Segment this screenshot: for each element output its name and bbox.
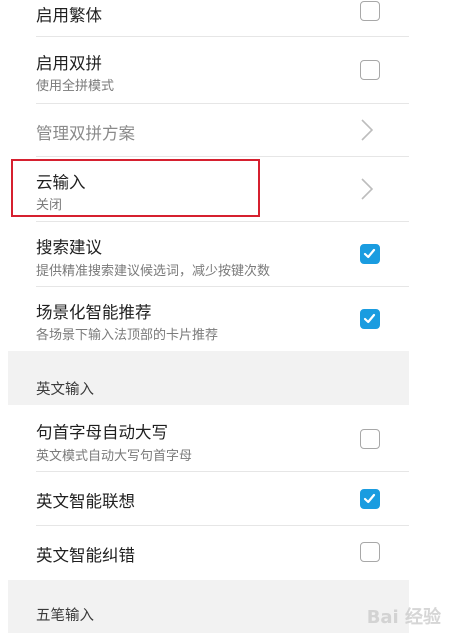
traditional-checkbox[interactable] [360, 1, 380, 21]
checkmark-icon [363, 313, 376, 324]
checkmark-icon [363, 493, 376, 504]
setting-english-assoc-title: 英文智能联想 [36, 492, 135, 511]
auto-capital-checkbox[interactable] [360, 429, 380, 449]
setting-scene-recommend-subtitle: 各场景下输入法顶部的卡片推荐 [36, 328, 219, 343]
double-pinyin-checkbox[interactable] [360, 60, 380, 80]
setting-english-correct[interactable]: 英文智能纠错 [8, 526, 409, 580]
chevron-right-icon [361, 119, 373, 141]
highlight-box [11, 159, 260, 217]
setting-manage-double-pinyin[interactable]: 管理双拼方案 [8, 104, 409, 156]
settings-panel: 启用繁体 启用双拼 使用全拼模式 管理双拼方案 云输入 关闭 搜索建议 提供精准… [8, 0, 409, 633]
setting-english-correct-title: 英文智能纠错 [36, 546, 135, 565]
scene-recommend-checkbox[interactable] [360, 309, 380, 329]
setting-auto-capital-subtitle: 英文模式自动大写句首字母 [36, 449, 193, 464]
setting-traditional[interactable]: 启用繁体 [8, 0, 409, 36]
chevron-right-icon [361, 178, 373, 200]
setting-scene-recommend-title: 场景化智能推荐 [36, 303, 152, 322]
section-header-english: 英文输入 [8, 351, 409, 405]
setting-english-assoc[interactable]: 英文智能联想 [8, 472, 409, 525]
english-assoc-checkbox[interactable] [360, 489, 380, 509]
setting-auto-capital[interactable]: 句首字母自动大写 英文模式自动大写句首字母 [8, 405, 409, 471]
watermark: Bai 经验 [366, 607, 441, 628]
checkmark-icon [363, 248, 376, 259]
setting-scene-recommend[interactable]: 场景化智能推荐 各场景下输入法顶部的卡片推荐 [8, 287, 409, 351]
setting-double-pinyin-title: 启用双拼 [36, 54, 102, 73]
setting-search-suggest[interactable]: 搜索建议 提供精准搜索建议候选词，减少按键次数 [8, 222, 409, 286]
setting-traditional-title: 启用繁体 [36, 6, 102, 25]
english-correct-checkbox[interactable] [360, 542, 380, 562]
section-title-wubi: 五笔输入 [36, 608, 94, 624]
section-header-wubi: 五笔输入 [8, 580, 409, 633]
setting-search-suggest-title: 搜索建议 [36, 238, 102, 257]
section-title-english: 英文输入 [36, 382, 94, 398]
setting-double-pinyin-subtitle: 使用全拼模式 [36, 79, 115, 94]
setting-double-pinyin[interactable]: 启用双拼 使用全拼模式 [8, 37, 409, 103]
setting-manage-double-pinyin-title: 管理双拼方案 [36, 124, 135, 143]
setting-auto-capital-title: 句首字母自动大写 [36, 423, 168, 442]
setting-search-suggest-subtitle: 提供精准搜索建议候选词，减少按键次数 [36, 264, 271, 279]
search-suggest-checkbox[interactable] [360, 244, 380, 264]
